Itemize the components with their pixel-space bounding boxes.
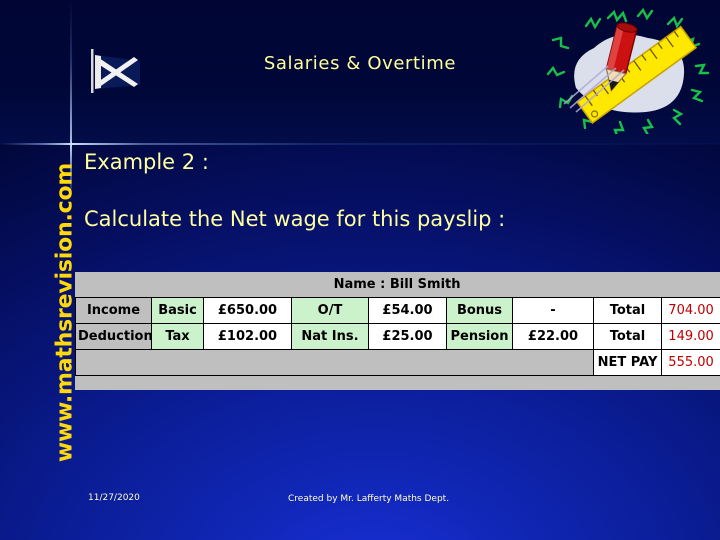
deductions-item3-value: £22.00 [512, 323, 594, 350]
payslip-netpay-row: NET PAY 555.00 [75, 349, 720, 376]
slide-canvas: Salaries & Overtime www.mathsrevision.co… [0, 0, 720, 540]
ruler-and-pencil-clipart-icon [546, 8, 710, 134]
income-item2-value: £54.00 [368, 297, 447, 324]
example-label: Example 2 : [84, 150, 209, 174]
netpay-value: 555.00 [660, 349, 720, 376]
income-item3-value: - [512, 297, 594, 324]
deductions-item2-value: £25.00 [368, 323, 447, 350]
payslip-name-row: Name : Bill Smith [75, 272, 720, 298]
payslip-table: Name : Bill Smith Income Basic £650.00 O… [75, 272, 720, 390]
netpay-label: NET PAY [593, 349, 662, 376]
site-url-watermark: www.mathsrevision.com [52, 162, 78, 463]
instruction-text: Calculate the Net wage for this payslip … [84, 207, 506, 231]
slide-title: Salaries & Overtime [263, 53, 457, 74]
income-total-label: Total [593, 297, 662, 324]
income-category-label: Income [75, 297, 152, 324]
deductions-category-label: Deductions [75, 323, 152, 350]
payslip-bottom-pad-cell [75, 375, 720, 390]
deductions-item1-value: £102.00 [203, 323, 292, 350]
income-total-value: 704.00 [660, 297, 720, 324]
deductions-total-value: 149.00 [660, 323, 720, 350]
netpay-spacer [75, 349, 594, 376]
footer-credit: Created by Mr. Lafferty Maths Dept. [288, 494, 450, 504]
income-item1-value: £650.00 [203, 297, 292, 324]
deductions-item2-label: Nat Ins. [291, 323, 369, 350]
table-row: Income Basic £650.00 O/T £54.00 Bonus - … [75, 297, 720, 324]
deductions-item3-label: Pension [446, 323, 513, 350]
payslip-name-label: Name : Bill Smith [75, 272, 720, 298]
decorative-horizontal-line [0, 143, 720, 145]
scotland-saltire-flag-icon [91, 49, 140, 93]
deductions-item1-label: Tax [151, 323, 204, 350]
footer-date: 11/27/2020 [88, 493, 140, 503]
deductions-total-label: Total [593, 323, 662, 350]
table-row: Deductions Tax £102.00 Nat Ins. £25.00 P… [75, 323, 720, 350]
income-item2-label: O/T [291, 297, 369, 324]
income-item3-label: Bonus [446, 297, 513, 324]
payslip-bottom-pad [75, 375, 720, 390]
income-item1-label: Basic [151, 297, 204, 324]
